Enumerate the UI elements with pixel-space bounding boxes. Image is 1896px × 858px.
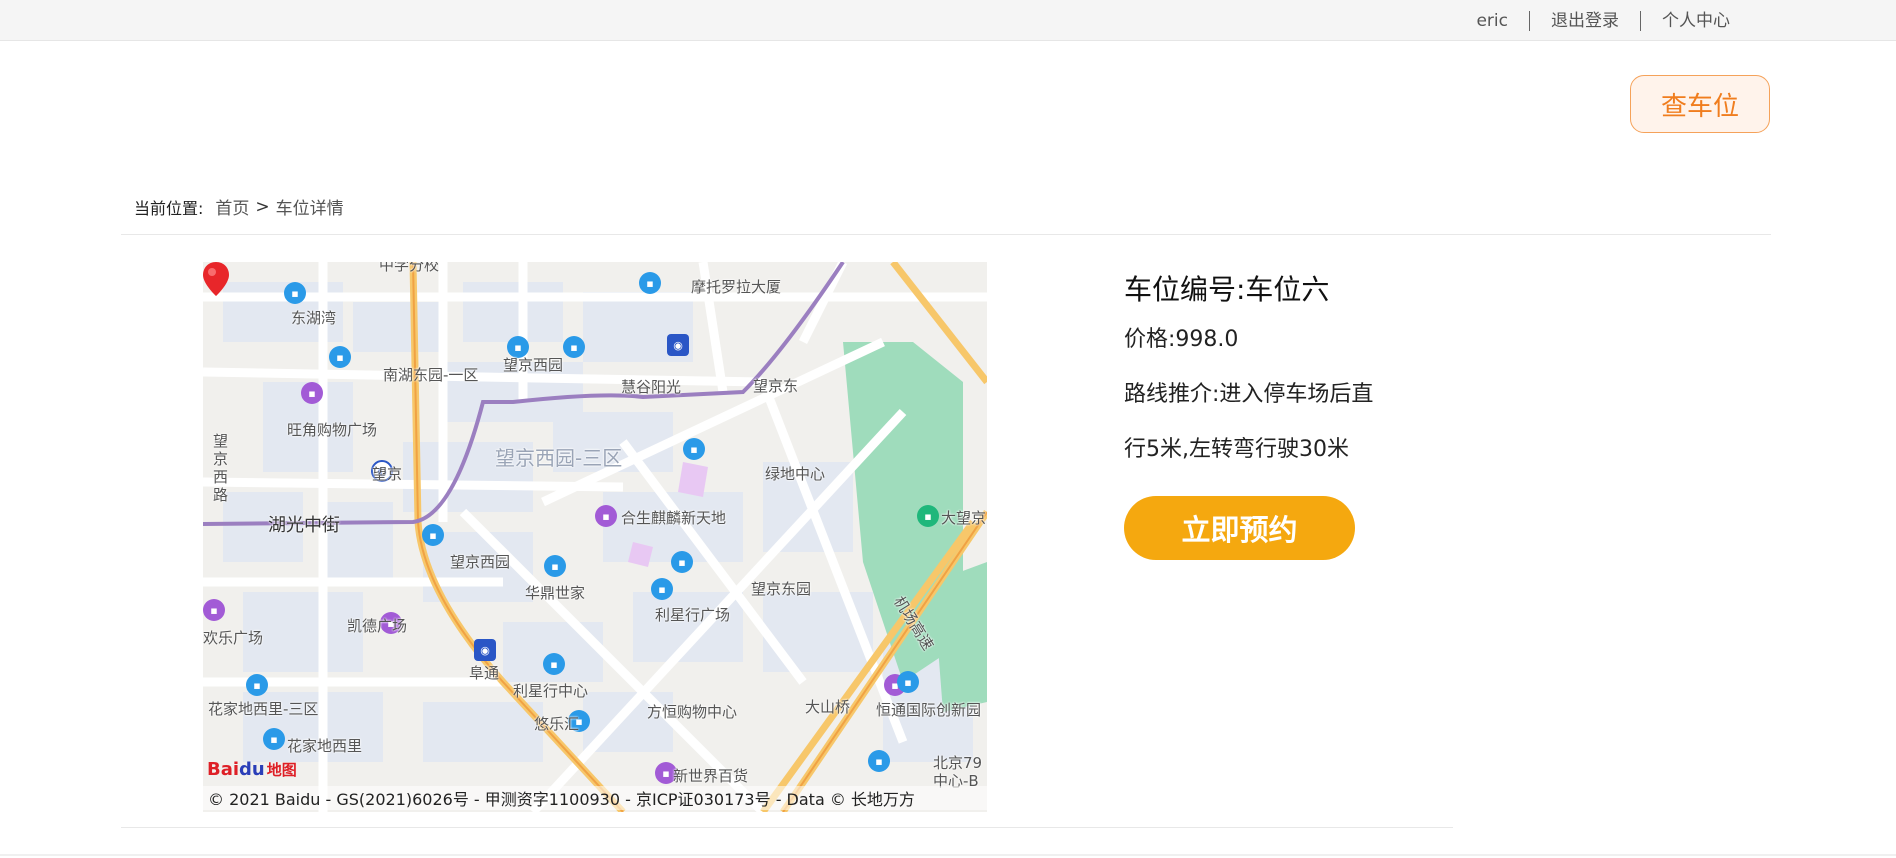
breadcrumb-home[interactable]: 首页 xyxy=(215,194,249,219)
map-label: 欢乐广场 xyxy=(203,629,264,647)
map-label: 合生麒麟新天地 xyxy=(621,509,727,527)
office-icon: ▪ xyxy=(544,555,566,577)
top-links: eric 退出登录 个人中心 xyxy=(1455,0,1751,41)
map-label: 方恒购物中心 xyxy=(647,703,738,721)
map-label: 悠乐汇 xyxy=(534,715,580,733)
map-label: 利星行广场 xyxy=(655,606,731,624)
map-label: 花家地西里-三区 xyxy=(208,700,319,718)
office-icon: ▪ xyxy=(897,671,919,693)
map-label: 恒通国际创新园 xyxy=(876,701,982,719)
park-icon: ▪ xyxy=(917,505,939,527)
map-view[interactable]: ▪ ▪ ▪ ▪ ▪ ◉ ▪ ◐ ▪ ▪ ▪ ▪ ▪ ▪ ▪ ▪ ▪ ◉ ▪ ▪ … xyxy=(203,262,987,812)
shopping-icon: ▪ xyxy=(301,382,323,404)
spot-info: 车位编号:车位六 价格:998.0 路线推介:进入停车场后直 行5米,左转弯行驶… xyxy=(1124,268,1373,477)
find-spot-button[interactable]: 查车位 xyxy=(1630,75,1770,133)
office-icon: ▪ xyxy=(543,653,565,675)
office-icon: ▪ xyxy=(651,578,673,600)
map-area-label: 望京西园-三区 xyxy=(495,446,623,470)
map-label: 东湖湾 xyxy=(291,309,337,327)
office-icon: ▪ xyxy=(422,524,444,546)
map-label: 新世界百货 xyxy=(673,767,749,785)
breadcrumb-current: 车位详情 xyxy=(275,199,344,219)
map-label: 望京西园 xyxy=(503,356,564,374)
map-label: 旺角购物广场 xyxy=(287,421,378,439)
spot-title: 车位编号:车位六 xyxy=(1124,273,1330,306)
spot-route-line-1: 路线推介:进入停车场后直 xyxy=(1124,382,1374,407)
map-copyright: © 2021 Baidu - GS(2021)6026号 - 甲测资字11009… xyxy=(203,786,987,810)
map-label: 望京 xyxy=(372,465,403,483)
spot-price: 价格:998.0 xyxy=(1124,327,1239,352)
map-label: 中学分校 xyxy=(379,262,440,274)
location-pin-icon[interactable] xyxy=(203,262,229,296)
map-label: 望京东园 xyxy=(751,580,812,598)
map-label: 阜通 xyxy=(469,664,500,682)
map-label: 凯德广场 xyxy=(347,617,408,635)
office-icon: ▪ xyxy=(284,282,306,304)
spot-route-line-2: 行5米,左转弯行驶30米 xyxy=(1124,437,1349,462)
map-label: 利星行中心 xyxy=(513,682,589,700)
office-icon: ▪ xyxy=(563,336,585,358)
breadcrumb: 当前位置: 首页 > 车位详情 xyxy=(134,194,344,220)
divider xyxy=(121,234,1771,235)
map-label: 大山桥 xyxy=(805,698,851,716)
baidu-map-logo: Baidu 地图 xyxy=(207,759,297,780)
shopping-icon: ▪ xyxy=(595,505,617,527)
map-label: 湖光中街 xyxy=(268,515,340,536)
map-label: 南湖东园-一区 xyxy=(383,366,479,384)
office-icon: ▪ xyxy=(246,674,268,696)
map-label: 华鼎世家 xyxy=(525,584,586,602)
shopping-icon: ▪ xyxy=(203,599,225,621)
office-icon: ▪ xyxy=(683,438,705,460)
map-label: 绿地中心 xyxy=(765,465,826,483)
metro-icon: ◉ xyxy=(667,334,689,356)
map-label: 花家地西里 xyxy=(287,737,363,755)
map-label: 望京东 xyxy=(753,377,799,395)
top-bar: eric 退出登录 个人中心 xyxy=(0,0,1896,41)
office-icon: ▪ xyxy=(329,346,351,368)
office-icon: ▪ xyxy=(868,750,890,772)
map-label: 慧谷阳光 xyxy=(621,378,682,396)
metro-icon: ◉ xyxy=(474,639,496,661)
breadcrumb-separator: > xyxy=(255,196,270,217)
profile-link[interactable]: 个人中心 xyxy=(1641,11,1751,31)
office-icon: ▪ xyxy=(671,551,693,573)
map-label: 望京西园 xyxy=(450,553,511,571)
map-base xyxy=(203,262,987,812)
username-link[interactable]: eric xyxy=(1455,11,1529,31)
divider xyxy=(0,854,1896,856)
logout-link[interactable]: 退出登录 xyxy=(1530,11,1640,31)
map-label: 大望京 xyxy=(941,509,987,527)
breadcrumb-label: 当前位置: xyxy=(134,198,204,218)
map-label: 望京西路 xyxy=(213,432,229,504)
divider xyxy=(121,827,1453,828)
office-icon: ▪ xyxy=(263,728,285,750)
reserve-now-button[interactable]: 立即预约 xyxy=(1124,496,1355,560)
office-icon: ▪ xyxy=(639,272,661,294)
map-label: 摩托罗拉大厦 xyxy=(691,278,782,296)
